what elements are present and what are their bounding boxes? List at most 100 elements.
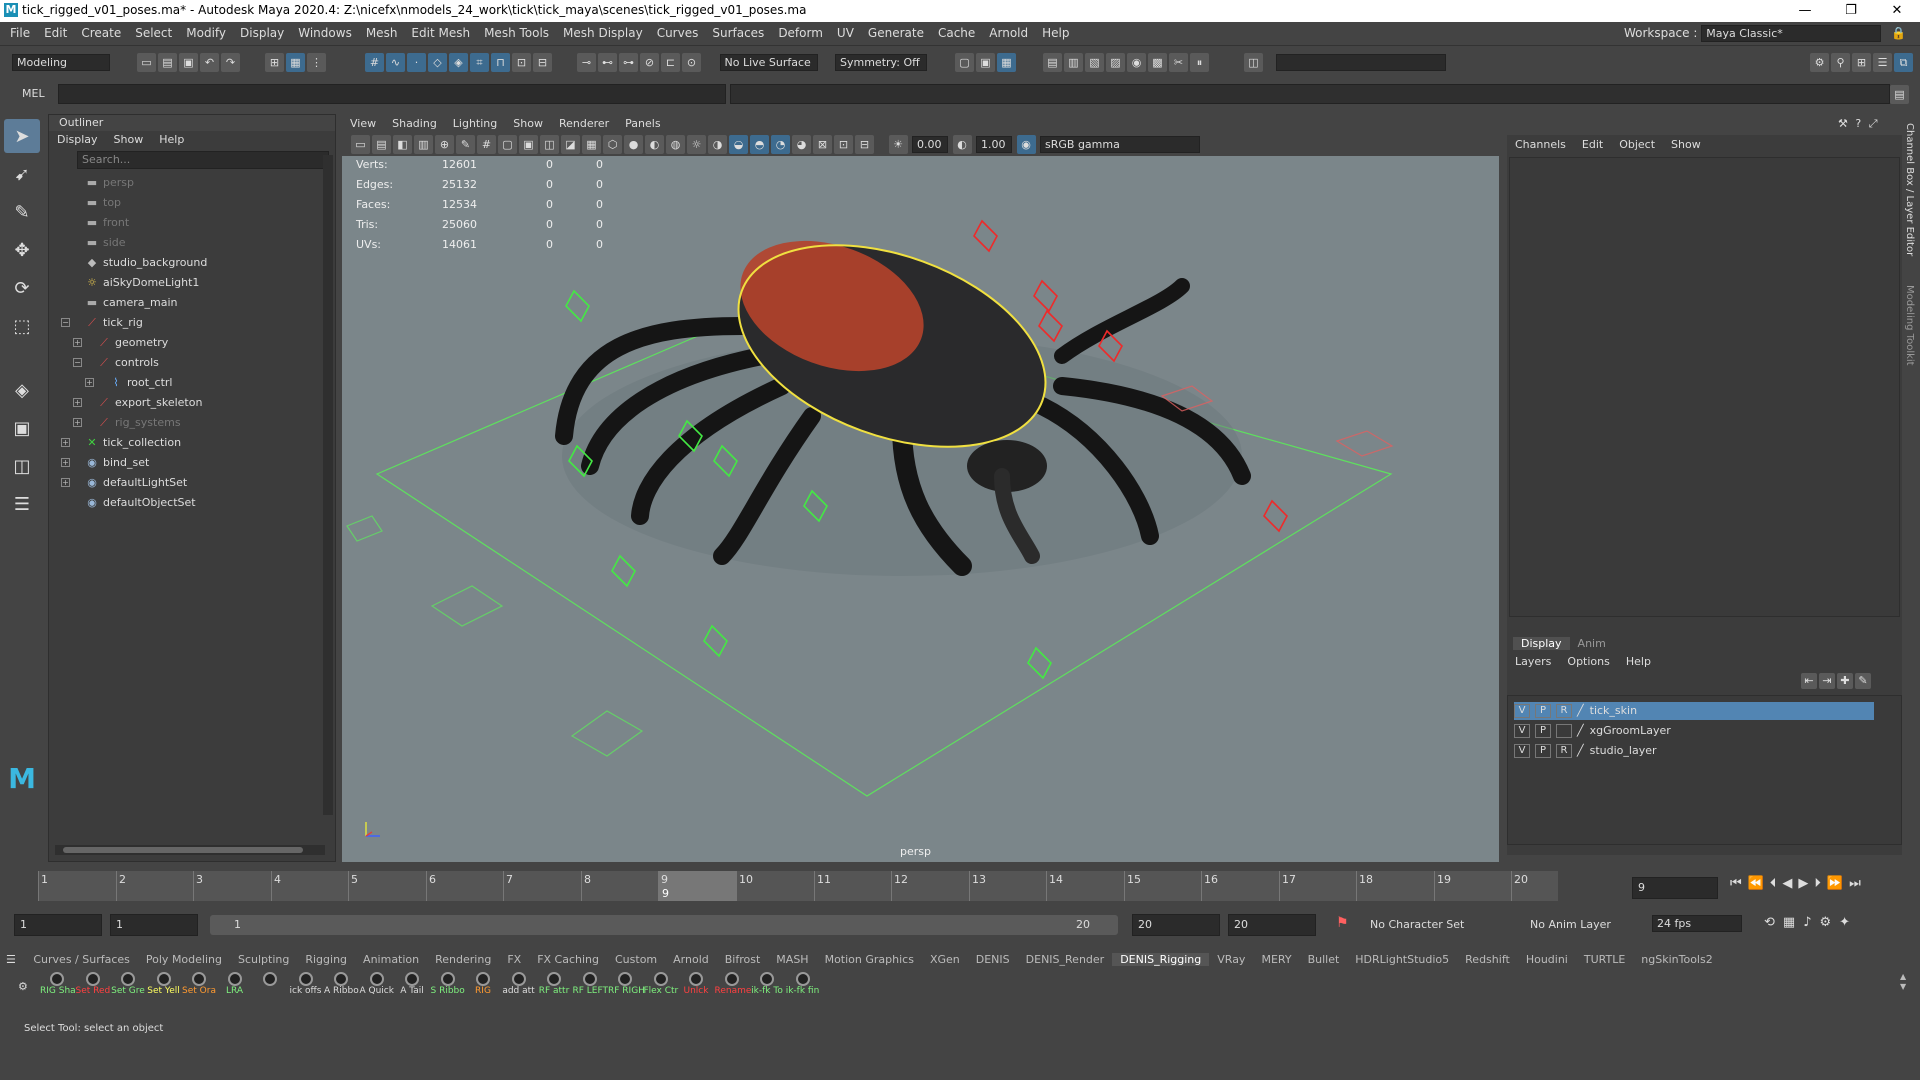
expand-toggle-icon[interactable]: +: [61, 438, 70, 447]
outliner-item[interactable]: ▬ persp: [49, 173, 335, 193]
outliner-item[interactable]: + ⟋ rig_systems: [49, 413, 335, 433]
shelf-button[interactable]: RF RIGH: [608, 972, 645, 1004]
paint-select-tool-icon[interactable]: ✎: [4, 195, 40, 229]
exposure-field[interactable]: 0.00: [912, 136, 948, 153]
range-bar[interactable]: 1 20: [210, 915, 1118, 935]
shelf-tab-motion-graphics[interactable]: Motion Graphics: [817, 953, 922, 966]
channel-help-icon[interactable]: ?: [1855, 117, 1861, 130]
render-icon[interactable]: ⊙: [682, 53, 701, 72]
exposure-icon[interactable]: ☀: [888, 135, 908, 154]
shelf-button[interactable]: ick offs: [289, 972, 323, 1004]
command-input[interactable]: [58, 84, 726, 104]
channel-menu-channels[interactable]: Channels: [1507, 138, 1574, 151]
last-tool-icon[interactable]: ◈: [4, 373, 40, 407]
shelf-tab-houdini[interactable]: Houdini: [1518, 953, 1576, 966]
anim-prefs-icon[interactable]: ⚙: [1820, 915, 1832, 930]
shelf-button[interactable]: Set Yell: [147, 972, 181, 1004]
expand-toggle-icon[interactable]: +: [73, 418, 82, 427]
camera-select-icon[interactable]: ▭: [351, 135, 370, 154]
expand-toggle-icon[interactable]: +: [61, 458, 70, 467]
xray-icon[interactable]: ⊡: [834, 135, 853, 154]
shelf-button[interactable]: Unlck: [679, 972, 713, 1004]
snap-curve-icon[interactable]: ∿: [386, 53, 405, 72]
two-view-icon[interactable]: ◫: [4, 449, 40, 483]
history-icon[interactable]: ⊸: [577, 53, 596, 72]
shelf-scroll-icon[interactable]: ▲ ▼: [1900, 972, 1910, 1002]
viewport-menu-view[interactable]: View: [342, 117, 384, 130]
menu-file[interactable]: File: [3, 26, 37, 40]
camera-settings-icon[interactable]: ▣: [976, 53, 995, 72]
outliner-scroll-thumb[interactable]: [63, 847, 303, 853]
shelf-tab-fx-caching[interactable]: FX Caching: [529, 953, 607, 966]
expand-toggle-icon[interactable]: −: [73, 358, 82, 367]
output-ops-icon[interactable]: ⊶: [619, 53, 638, 72]
rotate-tool-icon[interactable]: ⟳: [4, 271, 40, 305]
single-view-icon[interactable]: ▣: [4, 411, 40, 445]
redo-icon[interactable]: ↷: [221, 53, 240, 72]
shelf-tab-bullet[interactable]: Bullet: [1300, 953, 1348, 966]
outliner-item[interactable]: ◆ studio_background: [49, 253, 335, 273]
xray-joints-icon[interactable]: ⊟: [855, 135, 874, 154]
shelf-button[interactable]: add att: [502, 972, 536, 1004]
anti-alias-icon[interactable]: ◔: [771, 135, 790, 154]
motion-blur-icon[interactable]: ◓: [750, 135, 769, 154]
menu-uv[interactable]: UV: [830, 26, 861, 40]
two-d-pan-icon[interactable]: ⊕: [435, 135, 454, 154]
channel-menu-edit[interactable]: Edit: [1574, 138, 1611, 151]
menu-mesh-tools[interactable]: Mesh Tools: [477, 26, 556, 40]
cache-playback-icon[interactable]: ▦: [1783, 915, 1795, 930]
move-layer-down-icon[interactable]: ⇥: [1819, 673, 1835, 689]
run-icon[interactable]: ✦: [1839, 915, 1850, 930]
snap-view-icon[interactable]: ◇: [428, 53, 447, 72]
outliner-menu-help[interactable]: Help: [151, 133, 192, 146]
field-chart-icon[interactable]: ◪: [561, 135, 580, 154]
shelf-button[interactable]: Flex Ctr: [644, 972, 678, 1004]
layer-tab-anim[interactable]: Anim: [1570, 637, 1614, 650]
new-layer-icon[interactable]: ✚: [1837, 673, 1853, 689]
layer-row[interactable]: V P ╱ xgGroomLayer: [1514, 722, 1874, 740]
go-to-start-icon[interactable]: ⏮: [1730, 876, 1742, 891]
shelf-button[interactable]: A Ribbo: [324, 972, 359, 1004]
arnold-render-icon[interactable]: ◉: [1127, 53, 1146, 72]
select-tool-icon[interactable]: ➤: [4, 119, 40, 153]
outliner-horizontal-scrollbar[interactable]: [55, 845, 325, 855]
viewport-menu-panels[interactable]: Panels: [617, 117, 668, 130]
shelf-tab-xgen[interactable]: XGen: [922, 953, 968, 966]
isolate-select-icon[interactable]: ⊠: [813, 135, 832, 154]
shelf-tab-ngskintools2[interactable]: ngSkinTools2: [1633, 953, 1720, 966]
quick-search-field[interactable]: [1275, 54, 1446, 71]
outliner-item[interactable]: + ⌇ root_ctrl: [49, 373, 335, 393]
layer-reference-toggle[interactable]: R: [1556, 744, 1572, 758]
new-scene-icon[interactable]: ▭: [137, 53, 156, 72]
outliner-layout-icon[interactable]: ☰: [4, 487, 40, 521]
fps-dropdown[interactable]: 24 fps: [1652, 915, 1742, 932]
layer-visibility-toggle[interactable]: V: [1514, 744, 1530, 758]
shelf-button[interactable]: [253, 972, 287, 1004]
lock-icon[interactable]: 🔒: [1891, 26, 1906, 40]
shelf-button[interactable]: A Tail: [395, 972, 429, 1004]
layer-tab-display[interactable]: Display: [1513, 637, 1570, 650]
outliner-item[interactable]: + ⟋ geometry: [49, 333, 335, 353]
shelf-menu-icon[interactable]: ☰: [0, 953, 22, 966]
render-setup-icon[interactable]: ✂: [1169, 53, 1188, 72]
minimize-button[interactable]: —: [1782, 0, 1828, 22]
snap-surface-icon[interactable]: ◈: [449, 53, 468, 72]
colorspace-dropdown[interactable]: sRGB gamma: [1040, 136, 1200, 153]
outliner-item[interactable]: + ◉ bind_set: [49, 453, 335, 473]
safe-action-icon[interactable]: ▦: [582, 135, 601, 154]
menu-mesh[interactable]: Mesh: [359, 26, 405, 40]
outliner-item[interactable]: + ⟋ export_skeleton: [49, 393, 335, 413]
save-scene-icon[interactable]: ▣: [179, 53, 198, 72]
menu-help[interactable]: Help: [1035, 26, 1076, 40]
shelf-button[interactable]: RF attr: [537, 972, 571, 1004]
layer-playback-toggle[interactable]: P: [1535, 744, 1551, 758]
select-object-icon[interactable]: ▦: [286, 53, 305, 72]
shelf-button[interactable]: LRA: [218, 972, 252, 1004]
shelf-tab-bifrost[interactable]: Bifrost: [717, 953, 769, 966]
undo-icon[interactable]: ↶: [200, 53, 219, 72]
playback-start-field[interactable]: 1: [110, 914, 198, 936]
menu-generate[interactable]: Generate: [861, 26, 931, 40]
outliner-item[interactable]: − ⟋ tick_rig: [49, 313, 335, 333]
time-slider-track[interactable]: 9 1 2 3 4 5 6 7 8 9 10 11 12 13 14 15 16 17 18 19 20: [38, 871, 1558, 901]
shelf-tab-rigging[interactable]: Rigging: [297, 953, 355, 966]
